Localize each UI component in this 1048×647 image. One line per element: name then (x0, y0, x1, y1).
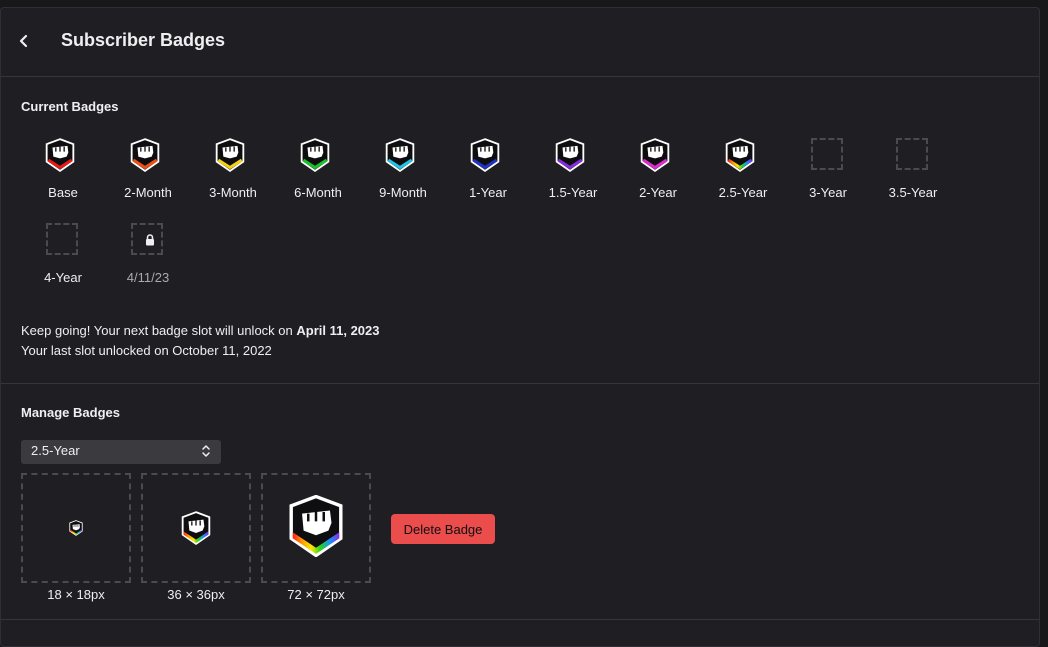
preview-36px-label: 36 × 36px (167, 587, 225, 602)
badge-graphic (130, 138, 160, 172)
subscriber-badge-icon (215, 137, 251, 177)
subscriber-badge-icon (300, 137, 336, 177)
badge-preview-18-icon (69, 520, 83, 536)
preview-36px[interactable] (141, 473, 251, 583)
badge-slot[interactable]: 2-Year (615, 137, 701, 207)
badge-graphic (555, 138, 585, 172)
badge-graphic (45, 138, 75, 172)
badge-tier-selected: 2.5-Year (31, 443, 80, 458)
badge-slot[interactable]: 6-Month (275, 137, 361, 207)
manage-badges-title: Manage Badges (21, 405, 120, 420)
badge-graphic (215, 138, 245, 172)
lock-icon (146, 234, 154, 246)
page-title: Subscriber Badges (61, 30, 226, 50)
empty-badge-slot (896, 138, 928, 170)
subscriber-badge-icon (385, 137, 421, 177)
badge-label: 4/11/23 (126, 270, 170, 285)
badge-graphic (385, 138, 415, 172)
subscriber-badge-icon (640, 137, 676, 177)
chevron-up-down-icon (202, 445, 210, 457)
current-badges-title: Current Badges (21, 99, 119, 114)
badge-graphic (300, 138, 330, 172)
preview-72px[interactable] (261, 473, 371, 583)
next-unlock-text: Keep going! Your next badge slot will un… (21, 323, 297, 338)
empty-badge-slot (811, 138, 843, 170)
unlock-info: Keep going! Your next badge slot will un… (21, 321, 380, 361)
badge-preview-72-icon (289, 495, 343, 557)
badge-slot[interactable]: 3-Year (785, 137, 871, 207)
badge-graphic (640, 138, 670, 172)
next-unlock-date: April 11, 2023 (296, 323, 380, 338)
badge-graphic (725, 138, 755, 172)
subscriber-badge-icon (725, 137, 761, 177)
next-unlock-line: Keep going! Your next badge slot will un… (21, 321, 380, 341)
current-badges-section: Current Badges Base 2-Month 3-Month 6-Month… (1, 77, 1039, 384)
badge-slot[interactable]: 2-Month (105, 137, 191, 207)
subscriber-badge-icon (555, 137, 591, 177)
chevron-left-icon (19, 34, 28, 48)
badge-label: 3.5-Year (888, 185, 938, 200)
empty-badge-slot (46, 223, 78, 255)
badge-slot[interactable]: 1-Year (445, 137, 531, 207)
badge-slot[interactable]: 9-Month (360, 137, 446, 207)
subscriber-badge-icon (470, 137, 506, 177)
badge-slot[interactable]: 3.5-Year (870, 137, 956, 207)
badge-preview-36-icon (181, 511, 211, 545)
badge-tier-select[interactable]: 2.5-Year (21, 440, 221, 464)
badge-slot[interactable]: 4/11/23 (105, 222, 191, 292)
badge-slot[interactable]: 3-Month (190, 137, 276, 207)
panel-header: Subscriber Badges (1, 8, 1039, 77)
badge-slot[interactable]: 4-Year (20, 222, 106, 292)
locked-badge-slot (131, 223, 163, 255)
badge-graphic (470, 138, 500, 172)
badge-slot[interactable]: Base (20, 137, 106, 207)
badge-slot[interactable]: 1.5-Year (530, 137, 616, 207)
preview-18px-label: 18 × 18px (47, 587, 105, 602)
last-unlock-line: Your last slot unlocked on October 11, 2… (21, 343, 272, 358)
subscriber-badge-icon (130, 137, 166, 177)
badge-slot[interactable]: 2.5-Year (700, 137, 786, 207)
preview-18px[interactable] (21, 473, 131, 583)
subscriber-badges-panel: Subscriber Badges Current Badges Base 2-M… (0, 7, 1040, 647)
manage-badges-section: Manage Badges 2.5-Year 18 × 18px 36 × 36… (1, 384, 1039, 620)
back-button[interactable] (13, 30, 35, 52)
subscriber-badge-icon (45, 137, 81, 177)
preview-72px-label: 72 × 72px (287, 587, 345, 602)
delete-badge-button[interactable]: Delete Badge (391, 514, 495, 544)
